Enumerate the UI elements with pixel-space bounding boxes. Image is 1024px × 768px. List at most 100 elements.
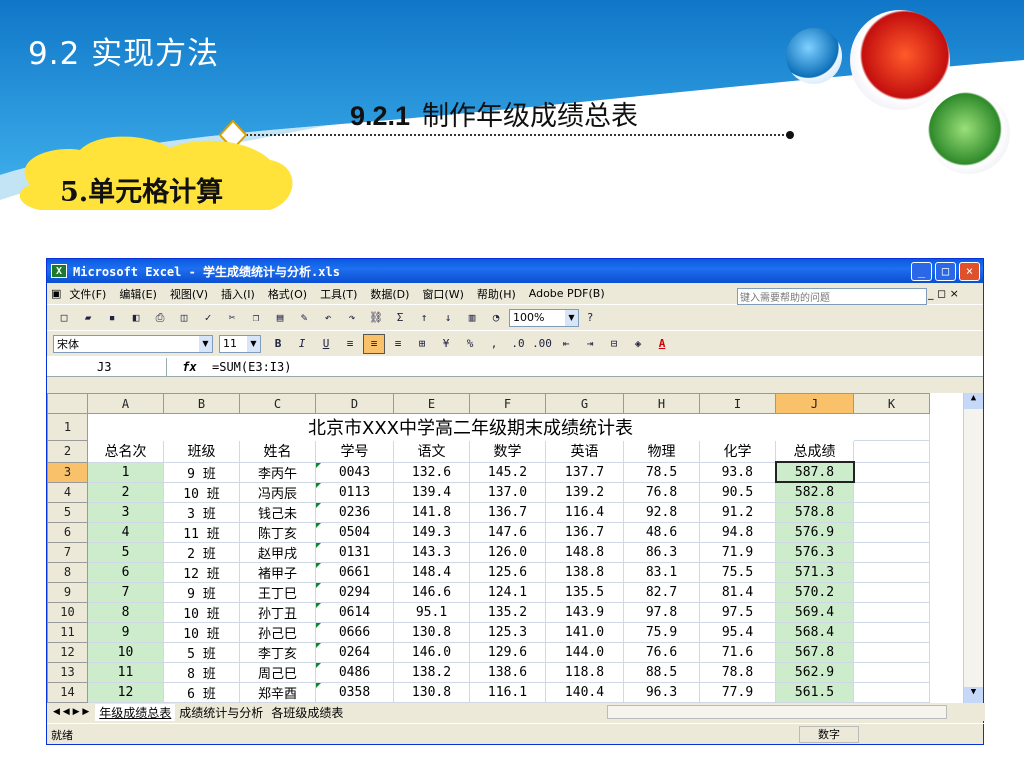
cell[interactable]: 88.5 [623, 661, 700, 683]
cell[interactable]: 82.7 [623, 581, 700, 603]
cell[interactable]: 141.8 [393, 501, 470, 523]
comma-button[interactable]: , [483, 334, 505, 354]
cell[interactable]: 93.8 [699, 461, 776, 483]
zoom-select[interactable]: 100% ▼ [509, 308, 579, 327]
cell[interactable]: 130.8 [393, 681, 470, 703]
ask-question-input[interactable]: 键入需要帮助的问题 [737, 288, 927, 305]
align-center-icon[interactable]: ≡ [363, 333, 385, 354]
column-header[interactable]: J [775, 393, 854, 414]
select-all-corner[interactable] [47, 393, 88, 414]
cell[interactable]: 12 班 [163, 561, 240, 583]
column-header[interactable]: K [853, 393, 930, 414]
header-cell[interactable]: 学号 [315, 440, 394, 463]
cell[interactable]: 8 [87, 601, 164, 623]
scroll-up-icon[interactable]: ▲ [964, 393, 983, 409]
cell[interactable]: 136.7 [469, 501, 546, 523]
cell[interactable]: 137.7 [545, 461, 624, 483]
font-name-select[interactable]: 宋体 ▼ [53, 334, 213, 353]
cell[interactable]: 143.9 [545, 601, 624, 623]
scroll-down-icon[interactable]: ▼ [964, 687, 983, 703]
cell[interactable]: 9 班 [163, 461, 240, 483]
cell[interactable]: 144.0 [545, 641, 624, 663]
header-cell[interactable]: 班级 [163, 440, 240, 463]
cell[interactable] [853, 440, 930, 463]
column-header[interactable]: E [393, 393, 470, 414]
cell[interactable]: 11 班 [163, 521, 240, 543]
cell[interactable]: 0486 [315, 661, 394, 683]
minimize-button[interactable]: _ [911, 262, 932, 281]
close-button[interactable]: × [959, 262, 980, 281]
cell[interactable]: 0043 [315, 461, 394, 483]
cell[interactable]: 10 班 [163, 601, 240, 623]
cell[interactable]: 孙己巳 [239, 621, 316, 643]
cell[interactable]: 118.8 [545, 661, 624, 683]
cell[interactable]: 130.8 [393, 621, 470, 643]
cell[interactable]: 11 [87, 661, 164, 683]
cell[interactable]: 9 班 [163, 581, 240, 603]
bold-button[interactable]: B [267, 334, 289, 354]
cell[interactable]: 139.2 [545, 481, 624, 503]
cell[interactable]: 124.1 [469, 581, 546, 603]
sheet-title[interactable]: 北京市XXX中学高二年级期末成绩统计表 [87, 413, 854, 441]
cell[interactable]: 136.7 [545, 521, 624, 543]
cell[interactable]: 116.4 [545, 501, 624, 523]
cell[interactable]: 5 班 [163, 641, 240, 663]
cell[interactable]: 137.0 [469, 481, 546, 503]
cell[interactable]: 赵甲戌 [239, 541, 316, 563]
increase-indent-icon[interactable]: ⇥ [579, 334, 601, 354]
cell[interactable]: 0358 [315, 681, 394, 703]
header-cell[interactable]: 英语 [545, 440, 624, 463]
cell[interactable]: 126.0 [469, 541, 546, 563]
cell[interactable]: 138.8 [545, 561, 624, 583]
permission-icon[interactable]: ◧ [125, 308, 147, 328]
cell[interactable]: 97.5 [699, 601, 776, 623]
fx-icon[interactable]: fx [167, 360, 212, 374]
row-header[interactable]: 12 [47, 641, 88, 663]
decrease-decimal-icon[interactable]: .00 [531, 334, 553, 354]
header-cell[interactable]: 姓名 [239, 440, 316, 463]
cell[interactable]: 138.6 [469, 661, 546, 683]
cell[interactable]: 6 [87, 561, 164, 583]
total-score-cell[interactable]: 576.3 [775, 541, 854, 563]
font-color-icon[interactable]: A [651, 334, 673, 354]
redo-icon[interactable]: ↷ [341, 308, 363, 328]
open-icon[interactable]: ▰ [77, 308, 99, 328]
fill-color-icon[interactable]: ◈ [627, 334, 649, 354]
cell[interactable]: 71.9 [699, 541, 776, 563]
total-score-cell[interactable]: 562.9 [775, 661, 854, 683]
total-score-cell[interactable]: 569.4 [775, 601, 854, 623]
cell[interactable]: 132.6 [393, 461, 470, 483]
tab-nav-icon[interactable]: ◀ ◀ ▶ ▶ [47, 707, 95, 717]
cell[interactable] [853, 581, 930, 603]
cell[interactable]: 145.2 [469, 461, 546, 483]
borders-icon[interactable]: ⊟ [603, 334, 625, 354]
sheet-tab-grade-total[interactable]: 年级成绩总表 [95, 703, 176, 721]
sort-descending-icon[interactable]: ↓ [437, 308, 459, 328]
row-header[interactable]: 1 [47, 413, 88, 441]
underline-button[interactable]: U [315, 334, 337, 354]
cell[interactable]: 周己巳 [239, 661, 316, 683]
increase-decimal-icon[interactable]: .0 [507, 334, 529, 354]
cell[interactable]: 0294 [315, 581, 394, 603]
total-score-cell[interactable]: 571.3 [775, 561, 854, 583]
cell[interactable]: 6 班 [163, 681, 240, 703]
menu-file[interactable]: 文件(F) [69, 286, 106, 302]
cell[interactable]: 48.6 [623, 521, 700, 543]
cell[interactable] [853, 601, 930, 623]
column-header[interactable]: B [163, 393, 240, 414]
row-header[interactable]: 9 [47, 581, 88, 603]
print-icon[interactable]: ⎙ [149, 308, 171, 328]
cell[interactable]: 12 [87, 681, 164, 703]
cell[interactable]: 83.1 [623, 561, 700, 583]
cell[interactable]: 140.4 [545, 681, 624, 703]
format-painter-icon[interactable]: ✎ [293, 308, 315, 328]
cell[interactable]: 李丙午 [239, 461, 316, 483]
cell[interactable]: 129.6 [469, 641, 546, 663]
column-header[interactable]: D [315, 393, 394, 414]
cell[interactable]: 10 班 [163, 481, 240, 503]
cell[interactable]: 92.8 [623, 501, 700, 523]
cell[interactable]: 冯丙辰 [239, 481, 316, 503]
paste-icon[interactable]: ▤ [269, 308, 291, 328]
save-icon[interactable]: ▪ [101, 308, 123, 328]
cell[interactable] [853, 501, 930, 523]
